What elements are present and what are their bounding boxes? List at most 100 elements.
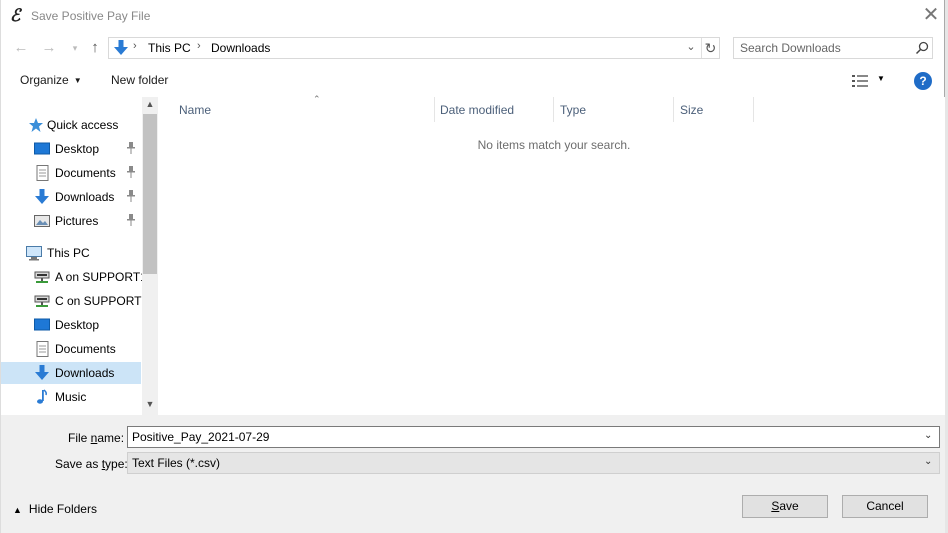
pin-icon [127,214,135,226]
search-placeholder: Search Downloads [740,41,841,55]
organize-button[interactable]: Organize ▼ [20,73,82,87]
search-icon [915,41,929,55]
pin-icon [127,190,135,202]
nav-pane-scrollbar[interactable]: ▲ ▼ [142,97,158,415]
nav-item-quick-access[interactable]: Quick access [1,114,141,136]
chevron-down-icon[interactable]: ⌄ [924,456,932,467]
documents-icon [36,165,49,181]
hide-folders-label: Hide Folders [28,502,97,516]
close-button[interactable]: ✕ [919,4,943,28]
breadcrumb-separator: › [197,40,201,52]
breadcrumb-downloads[interactable]: Downloads [211,41,270,55]
navigation-pane: Quick access Desktop Documents Downloads [1,97,158,415]
documents-icon [36,341,49,357]
nav-item-label: Downloads [55,190,115,204]
star-icon [29,118,43,132]
nav-item-desktop[interactable]: Desktop [1,314,141,336]
nav-item-downloads-selected[interactable]: Downloads [1,362,141,384]
nav-item-c-on-support18[interactable]: C on SUPPORT18 [1,290,155,312]
nav-item-downloads-pinned[interactable]: Downloads [1,186,141,208]
command-toolbar: Organize ▼ New folder ▼ ? [1,66,945,96]
nav-item-label: Documents [55,342,116,356]
file-name-value: Positive_Pay_2021-07-29 [132,430,270,444]
nav-item-label: Music [55,390,87,404]
nav-item-label: Pictures [55,214,99,228]
nav-item-label: Desktop [55,318,100,332]
recent-locations-chevron-icon[interactable]: ▾ [66,38,84,58]
file-name-input[interactable]: Positive_Pay_2021-07-29 ⌄ [127,426,940,448]
app-logo-icon: ℰ [10,6,21,25]
chevron-down-icon[interactable]: ⌄ [924,430,932,441]
up-arrow-icon[interactable]: ↑ [86,38,104,58]
nav-item-documents-pinned[interactable]: Documents [1,162,141,184]
nav-item-pictures-pinned[interactable]: Pictures [1,210,141,232]
column-label: Name [179,103,212,117]
nav-item-label: Desktop [55,142,100,156]
scrollbar-thumb[interactable] [143,114,157,274]
save-label: ave [779,499,799,513]
label-part: ame: [97,431,125,445]
network-drive-icon [34,295,50,307]
column-label: Date modified [440,103,515,117]
label-part: File [68,431,91,445]
music-icon [37,389,47,404]
save-as-type-select[interactable]: Text Files (*.csv) ⌄ [127,452,940,474]
breadcrumb-separator: › [133,40,137,52]
nav-item-this-pc[interactable]: This PC [1,242,141,264]
forward-arrow-icon[interactable]: → [40,38,58,58]
organize-label: Organize [20,73,69,87]
empty-list-message: No items match your search. [477,138,631,152]
back-arrow-icon[interactable]: ← [12,38,30,58]
search-input[interactable]: Search Downloads [733,37,933,59]
save-dialog: ℰ Save Positive Pay File ✕ ← → ▾ ↑ › Thi… [0,0,945,533]
downloads-icon [114,40,128,55]
column-header-date-modified[interactable]: Date modified [434,97,554,122]
caret-down-icon: ▼ [73,76,82,85]
file-list[interactable]: Name ⌃ Date modified Type Size No items … [159,94,945,415]
window-title: Save Positive Pay File [31,9,151,23]
computer-icon [26,246,42,261]
nav-item-documents[interactable]: Documents [1,338,141,360]
pin-icon [127,166,135,178]
address-row: ← → ▾ ↑ › This PC › Downloads ⌄ ↻ Search… [1,34,945,62]
address-bar[interactable]: › This PC › Downloads ⌄ ↻ [108,37,720,59]
column-label: Size [680,103,704,117]
column-label: Type [560,103,587,117]
scroll-down-arrow-icon[interactable]: ▼ [142,399,158,413]
column-header-type[interactable]: Type [554,97,674,122]
file-name-label: File name: [68,431,124,445]
nav-item-label: C on SUPPORT18 [55,294,155,308]
downloads-icon [35,189,49,204]
desktop-icon [34,318,50,331]
breadcrumb-this-pc[interactable]: This PC [148,41,191,55]
help-icon[interactable]: ? [914,72,932,90]
save-form-panel: File name: Positive_Pay_2021-07-29 ⌄ Sav… [1,415,945,533]
save-as-type-value: Text Files (*.csv) [132,456,221,470]
scroll-up-arrow-icon[interactable]: ▲ [142,99,158,113]
view-options-icon[interactable] [852,75,868,87]
column-header-name[interactable]: Name ⌃ [173,94,435,122]
label-part: ype: [105,457,128,471]
view-caret-down-icon[interactable]: ▼ [877,74,885,83]
sort-caret-up-icon: ⌃ [313,94,321,104]
pictures-icon [34,215,50,227]
nav-item-label: This PC [47,246,90,260]
nav-item-desktop-pinned[interactable]: Desktop [1,138,141,160]
caret-up-icon: ▲ [13,505,22,515]
hide-folders-button[interactable]: ▲ Hide Folders [13,502,97,516]
network-drive-icon [34,271,50,283]
cancel-button[interactable]: Cancel [842,495,928,518]
title-bar: ℰ Save Positive Pay File ✕ [1,0,945,32]
nav-item-a-on-support18[interactable]: A on SUPPORT18 [1,266,154,288]
nav-item-label: Quick access [47,118,119,132]
new-folder-button[interactable]: New folder [111,73,168,87]
nav-item-label: A on SUPPORT18 [55,270,154,284]
save-button[interactable]: Save [742,495,828,518]
save-as-type-label: Save as type: [55,457,128,471]
desktop-icon [34,142,50,155]
nav-item-label: Documents [55,166,116,180]
column-header-size[interactable]: Size [674,97,754,122]
refresh-icon[interactable]: ↻ [701,38,719,58]
chevron-down-icon[interactable]: ⌄ [683,40,699,56]
nav-item-music[interactable]: Music [1,386,141,408]
